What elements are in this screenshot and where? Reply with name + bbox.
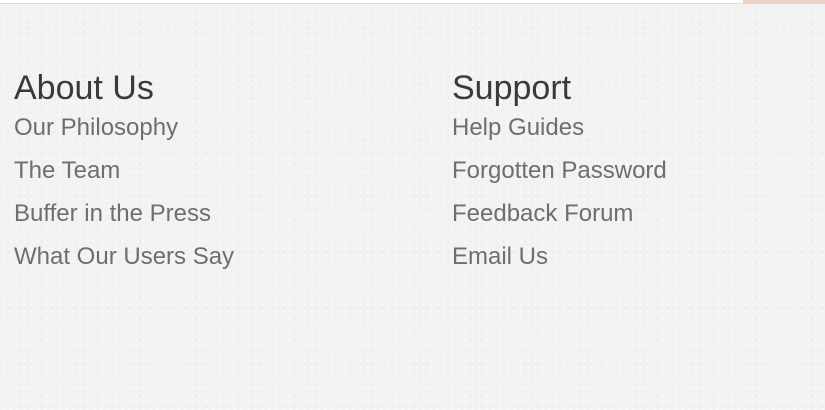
help-guides-link[interactable]: Help Guides [452, 114, 584, 141]
buffer-in-the-press-link[interactable]: Buffer in the Press [14, 200, 211, 227]
our-philosophy-link[interactable]: Our Philosophy [14, 114, 178, 141]
list-item: Forgotten Password [452, 159, 667, 202]
about-us-heading: About Us [14, 69, 154, 107]
about-us-links: Our Philosophy The Team Buffer in the Pr… [14, 116, 234, 288]
list-item: What Our Users Say [14, 245, 234, 288]
feedback-forum-link[interactable]: Feedback Forum [452, 200, 633, 227]
list-item: The Team [14, 159, 234, 202]
the-team-link[interactable]: The Team [14, 157, 120, 184]
forgotten-password-link[interactable]: Forgotten Password [452, 157, 667, 184]
list-item: Help Guides [452, 116, 667, 159]
top-border [0, 0, 825, 4]
support-heading: Support [452, 69, 572, 107]
list-item: Feedback Forum [452, 202, 667, 245]
list-item: Buffer in the Press [14, 202, 234, 245]
list-item: Email Us [452, 245, 667, 288]
list-item: Our Philosophy [14, 116, 234, 159]
about-us-section: About Us Our Philosophy The Team Buffer … [14, 66, 234, 288]
email-us-link[interactable]: Email Us [452, 243, 548, 270]
top-corner-accent [743, 0, 825, 3]
support-section: Support Help Guides Forgotten Password F… [452, 66, 667, 288]
what-our-users-say-link[interactable]: What Our Users Say [14, 243, 234, 270]
support-links: Help Guides Forgotten Password Feedback … [452, 116, 667, 288]
